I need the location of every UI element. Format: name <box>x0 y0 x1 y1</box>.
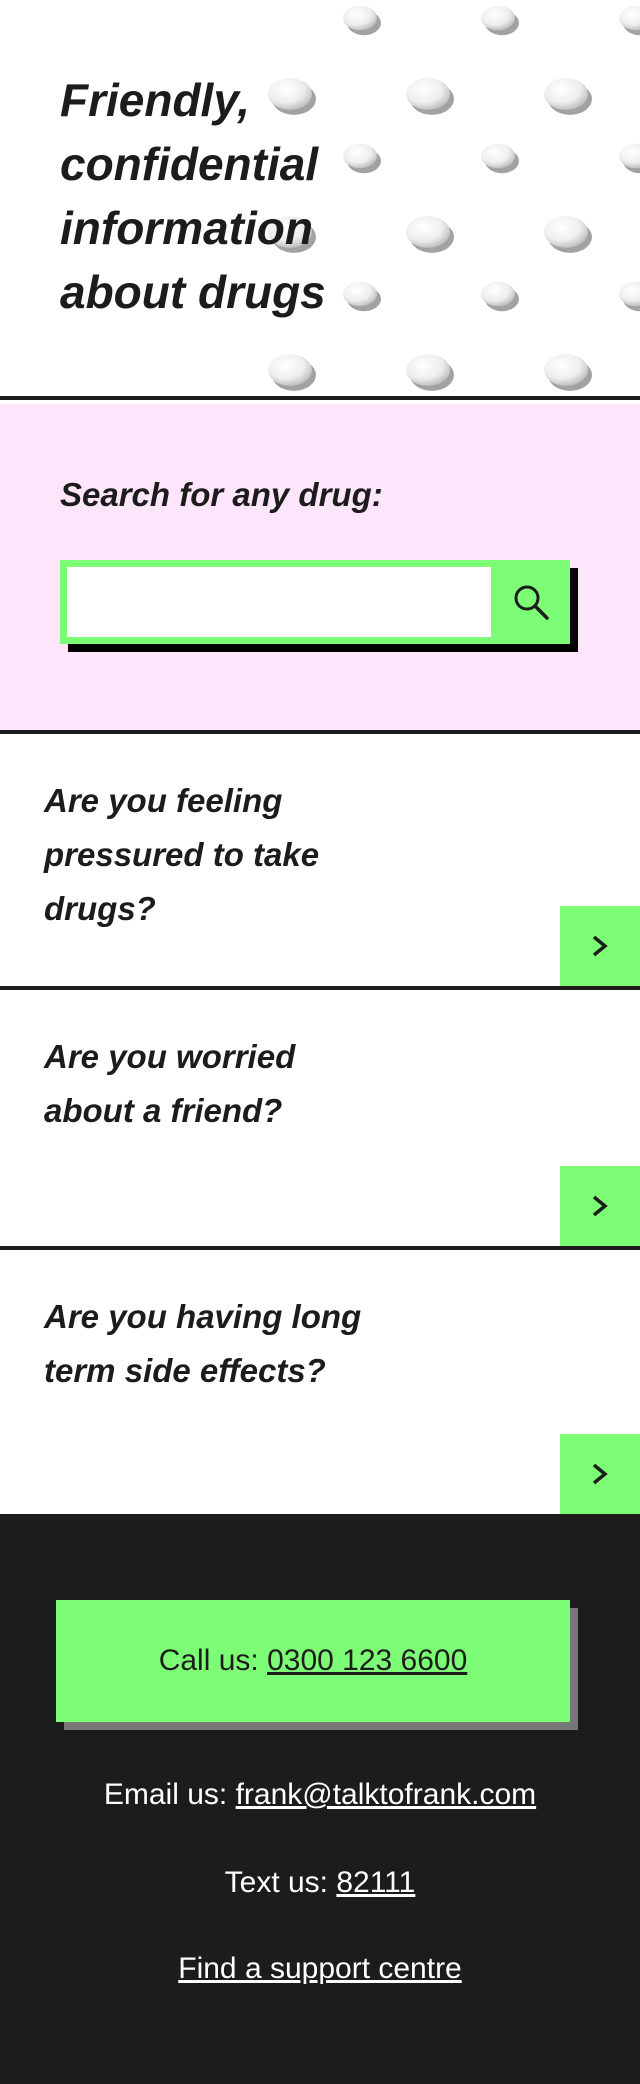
call-box: Call us: 0300 123 6600 <box>56 1600 570 1722</box>
chevron-right-icon <box>592 935 608 957</box>
support-line: Find a support centre <box>0 1952 640 1986</box>
page-title: Friendly, confidential information about… <box>60 74 326 318</box>
text-label: Text us: <box>224 1866 329 1899</box>
question-card-side-effects[interactable]: Are you having long term side effects? <box>0 1254 640 1514</box>
text-number-link[interactable]: 82111 <box>336 1866 415 1899</box>
card-arrow-button[interactable] <box>560 1166 640 1246</box>
question-card-text: Are you worried about a friend? <box>44 1038 296 1129</box>
chevron-right-icon <box>592 1195 608 1217</box>
email-label: Email us: <box>103 1778 228 1811</box>
search-input[interactable] <box>67 567 491 637</box>
hero-section: Friendly, confidential information about… <box>0 0 640 400</box>
phone-link[interactable]: 0300 123 6600 <box>267 1644 467 1678</box>
search-button[interactable] <box>491 560 570 644</box>
call-label: Call us: <box>158 1644 259 1677</box>
question-card-pressured[interactable]: Are you feeling pressured to take drugs? <box>0 738 640 990</box>
contact-footer: Call us: 0300 123 6600 Email us: frank@t… <box>0 1514 640 2084</box>
search-icon <box>514 585 549 620</box>
question-card-friend[interactable]: Are you worried about a friend? <box>0 994 640 1250</box>
card-arrow-button[interactable] <box>560 1434 640 1514</box>
email-link[interactable]: frank@talktofrank.com <box>236 1778 537 1811</box>
search-panel: Search for any drug: <box>0 404 640 734</box>
chevron-right-icon <box>592 1463 608 1485</box>
text-line: Text us: 82111 <box>0 1866 640 1900</box>
find-support-centre-link[interactable]: Find a support centre <box>178 1952 462 1985</box>
search-box <box>60 560 570 644</box>
email-line: Email us: frank@talktofrank.com <box>0 1778 640 1812</box>
question-card-text: Are you having long term side effects? <box>44 1298 362 1389</box>
card-arrow-button[interactable] <box>560 906 640 986</box>
question-card-text: Are you feeling pressured to take drugs? <box>44 782 320 927</box>
search-label: Search for any drug: <box>60 476 383 513</box>
